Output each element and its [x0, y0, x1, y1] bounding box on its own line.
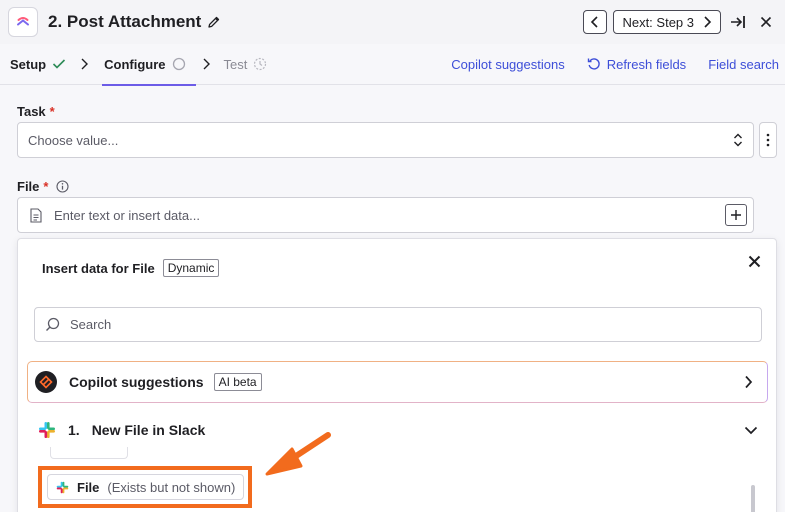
tab-configure-label: Configure	[104, 56, 166, 72]
chevron-right-icon	[80, 58, 89, 70]
close-panel-icon[interactable]	[746, 253, 762, 269]
close-icon[interactable]	[755, 10, 777, 34]
check-icon	[53, 59, 66, 69]
tab-setup-label: Setup	[10, 56, 47, 72]
chip-sub-label: (Exists but not shown)	[107, 479, 236, 495]
panel-title: Insert data for File	[42, 260, 155, 276]
refresh-icon	[587, 58, 600, 70]
required-mark: *	[43, 179, 49, 194]
insert-data-panel: Insert data for File Dynamic Search Copi…	[17, 238, 777, 512]
clickup-logo-icon	[8, 7, 38, 37]
select-arrows-icon	[734, 133, 742, 147]
copilot-suggestions-link[interactable]: Copilot suggestions	[451, 57, 564, 72]
more-options-icon[interactable]	[759, 122, 777, 158]
task-label-text: Task	[17, 104, 46, 119]
slack-logo-icon	[56, 481, 69, 493]
slack-logo-icon	[39, 422, 55, 438]
chevron-left-icon	[591, 16, 599, 28]
chevron-right-icon	[704, 16, 712, 28]
next-step-button[interactable]: Next: Step 3	[613, 10, 721, 34]
search-placeholder: Search	[70, 317, 112, 332]
dynamic-badge: Dynamic	[162, 259, 220, 277]
ai-beta-badge: AI beta	[213, 373, 262, 391]
info-icon[interactable]	[56, 180, 70, 193]
copilot-logo-icon	[35, 371, 57, 393]
file-label-text: File	[17, 179, 40, 194]
step-header: 2. Post Attachment Next: Step 3	[0, 0, 785, 44]
refresh-fields-button[interactable]: Refresh fields	[587, 57, 686, 72]
file-placeholder: Enter text or insert data...	[54, 207, 200, 223]
plus-icon	[731, 210, 741, 220]
page-title: 2. Post Attachment	[48, 12, 202, 31]
edit-pencil-icon[interactable]	[207, 15, 221, 29]
step-tabs: Setup Configure Test Copilot suggestions…	[0, 44, 785, 86]
step-title: New File in Slack	[91, 422, 206, 438]
insert-data-button[interactable]	[725, 204, 747, 226]
file-label: File *	[17, 179, 70, 194]
chevron-down-icon	[744, 426, 758, 435]
file-input[interactable]: Enter text or insert data...	[17, 197, 754, 233]
refresh-fields-label: Refresh fields	[606, 56, 687, 72]
document-icon	[30, 207, 42, 223]
tab-configure[interactable]: Configure	[102, 44, 196, 86]
field-search-link[interactable]: Field search	[708, 57, 779, 72]
search-icon	[46, 317, 60, 331]
pending-circle-icon	[172, 57, 185, 71]
file-data-chip[interactable]: File (Exists but not shown)	[47, 474, 244, 500]
search-input[interactable]: Search	[34, 307, 762, 342]
tab-test-label: Test	[223, 56, 248, 72]
panel-header: Insert data for File Dynamic	[42, 259, 220, 277]
tab-setup[interactable]: Setup	[10, 44, 66, 85]
slack-step-row[interactable]: 1. New File in Slack	[38, 419, 758, 441]
step-number: 1.	[68, 422, 80, 438]
collapse-panel-icon[interactable]	[727, 10, 749, 34]
task-select[interactable]: Choose value...	[17, 122, 754, 158]
chip-label: File	[77, 479, 100, 495]
scrollbar[interactable]	[751, 485, 755, 512]
next-step-label: Next: Step 3	[622, 14, 694, 30]
task-label: Task *	[17, 104, 55, 119]
copilot-suggestions-row[interactable]: Copilot suggestions AI beta	[27, 361, 768, 403]
required-mark: *	[49, 104, 55, 119]
chevron-right-icon	[744, 375, 753, 389]
partially-hidden-chip	[50, 447, 128, 459]
copilot-title: Copilot suggestions	[69, 374, 204, 390]
task-placeholder: Choose value...	[28, 132, 119, 148]
tab-test[interactable]: Test	[224, 44, 268, 85]
chevron-right-icon	[202, 58, 210, 70]
previous-step-button[interactable]	[583, 10, 608, 34]
timer-icon	[254, 57, 267, 71]
